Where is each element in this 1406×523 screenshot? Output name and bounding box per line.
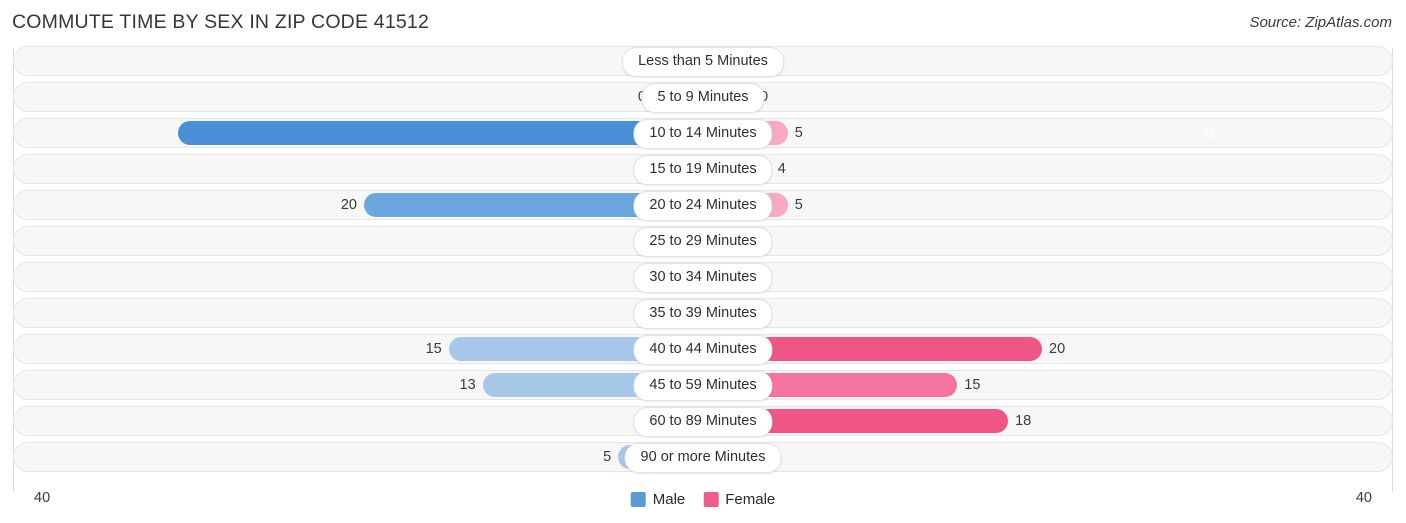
category-label-pill: 35 to 39 Minutes (633, 299, 773, 329)
category-label-pill: 25 to 29 Minutes (633, 227, 773, 257)
category-label-pill: 5 to 9 Minutes (641, 83, 765, 113)
value-label-female: 18 (1015, 413, 1032, 429)
legend-swatch-icon (630, 492, 646, 507)
value-label-female: 5 (794, 125, 803, 141)
chart-legend: Male Female (630, 491, 775, 508)
value-label-female: 20 (1049, 341, 1066, 357)
value-label-male: 15 (425, 341, 442, 357)
table-row[interactable]: 13 15 45 to 59 Minutes (13, 370, 1393, 401)
bar-row-list: 00Less than 5 Minutes 005 to 9 Minutes 31 5… (0, 46, 1406, 478)
value-label-male: 5 (603, 449, 612, 465)
table-row[interactable]: 0415 to 19 Minutes (13, 154, 1393, 185)
category-label-pill: Less than 5 Minutes (622, 47, 784, 77)
category-label-pill: 45 to 59 Minutes (633, 371, 773, 401)
value-label-female: 15 (964, 377, 981, 393)
legend-label: Female (725, 491, 776, 508)
table-row[interactable]: 20 5 20 to 24 Minutes (13, 190, 1393, 221)
category-label-pill: 60 to 89 Minutes (633, 407, 773, 437)
value-label-male: 31 (1200, 125, 1217, 141)
legend-label: Male (652, 491, 686, 508)
value-label-male: 20 (340, 197, 357, 213)
table-row[interactable]: 005 to 9 Minutes (13, 82, 1393, 113)
table-row[interactable]: 0025 to 29 Minutes (13, 226, 1393, 257)
category-label-pill: 15 to 19 Minutes (633, 155, 773, 185)
legend-swatch-icon (703, 492, 719, 507)
value-label-female: 5 (794, 197, 803, 213)
table-row[interactable]: 0030 to 34 Minutes (13, 262, 1393, 293)
category-label-pill: 90 or more Minutes (624, 443, 782, 473)
table-row[interactable]: 5090 or more Minutes (13, 442, 1393, 473)
chart-header: COMMUTE TIME BY SEX IN ZIP CODE 41512 So… (0, 0, 1406, 46)
category-label-pill: 10 to 14 Minutes (633, 119, 773, 149)
table-row[interactable]: 01860 to 89 Minutes (13, 406, 1393, 437)
value-label-male: 13 (459, 377, 476, 393)
category-label-pill: 30 to 34 Minutes (633, 263, 773, 293)
legend-item-female[interactable]: Female (703, 491, 775, 508)
bar-male (177, 121, 703, 145)
axis-label-left: 40 (34, 490, 51, 506)
axis-label-right: 40 (1355, 490, 1372, 506)
source-attribution: Source: ZipAtlas.com (1249, 14, 1392, 31)
chart-page: COMMUTE TIME BY SEX IN ZIP CODE 41512 So… (0, 0, 1406, 523)
table-row[interactable]: 0035 to 39 Minutes (13, 298, 1393, 329)
table-row[interactable]: 15 20 40 to 44 Minutes (13, 334, 1393, 365)
chart-footer: 40 40 Male Female (0, 486, 1406, 523)
legend-item-male[interactable]: Male (630, 491, 686, 508)
category-label-pill: 20 to 24 Minutes (633, 191, 773, 221)
page-title: COMMUTE TIME BY SEX IN ZIP CODE 41512 (12, 11, 430, 33)
chart-plot-area: 00Less than 5 Minutes 005 to 9 Minutes 31 5… (0, 46, 1406, 492)
value-label-female: 4 (777, 161, 786, 177)
category-label-pill: 40 to 44 Minutes (633, 335, 773, 365)
table-row[interactable]: 00Less than 5 Minutes (13, 46, 1393, 77)
table-row[interactable]: 31 5 10 to 14 Minutes (13, 118, 1393, 149)
